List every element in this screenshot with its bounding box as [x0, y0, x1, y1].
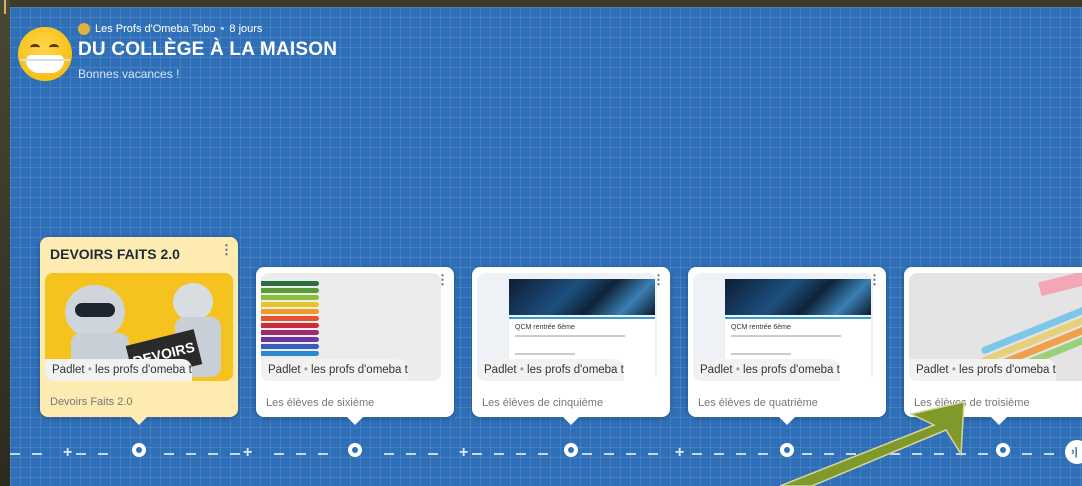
card-title: DEVOIRS FAITS 2.0	[50, 246, 180, 262]
board-title: DU COLLÈGE À LA MAISON	[78, 39, 338, 60]
author-name[interactable]: Les Profs d'Omeba Tobo	[95, 23, 216, 35]
timeline-dash	[384, 453, 394, 455]
timeline-dash	[1022, 453, 1032, 455]
timeline-dash	[1044, 453, 1054, 455]
card-source-tag: Padlet • les profs d'omeba tc	[909, 359, 1056, 381]
card-source-tag: Padlet • les profs d'omeba tc	[477, 359, 624, 381]
card-caption: Les élèves de troisième	[914, 397, 1030, 409]
timeline-dash	[912, 453, 922, 455]
timeline-dash	[516, 453, 526, 455]
timeline-node[interactable]	[564, 443, 578, 457]
card-source-tag: Padlet • les profs d'omeba tc	[45, 359, 192, 381]
author-avatar-icon	[78, 23, 90, 35]
frame-stick	[4, 0, 6, 14]
board-frame	[0, 0, 10, 486]
timeline-dash	[208, 453, 218, 455]
timeline-dash	[648, 453, 658, 455]
timeline-node[interactable]	[996, 443, 1010, 457]
timeline-dash	[230, 453, 240, 455]
timeline-dash	[472, 453, 482, 455]
timeline-dash	[582, 453, 592, 455]
card-caption: Devoirs Faits 2.0	[50, 396, 133, 408]
card-menu-icon[interactable]: ⋮	[220, 243, 233, 256]
timeline-dash	[318, 453, 328, 455]
padlet-board[interactable]: Les Profs d'Omeba Tobo • 8 jours DU COLL…	[10, 7, 1082, 486]
card-thumbnail[interactable]: QCM rentrée 6ème Padlet • les profs d'om…	[693, 273, 873, 381]
timeline-add-button[interactable]: +	[243, 445, 252, 461]
card-caption: Les élèves de sixième	[266, 397, 375, 409]
card-source-tag: Padlet • les profs d'omeba tc	[693, 359, 840, 381]
card-thumbnail[interactable]: DEVOIRS Padlet • les profs d'omeba tc	[45, 273, 233, 381]
timeline-dash	[736, 453, 746, 455]
timeline-dash	[890, 453, 900, 455]
author-line: Les Profs d'Omeba Tobo • 8 jours	[78, 23, 262, 35]
timeline-node[interactable]	[348, 443, 362, 457]
timeline-dash	[274, 453, 284, 455]
author-separator: •	[220, 23, 225, 35]
timeline-dash	[406, 453, 416, 455]
form-title: QCM rentrée 6ème	[731, 324, 791, 331]
timeline-dash	[626, 453, 636, 455]
timeline-dash	[846, 453, 856, 455]
scroll-next-button[interactable]: ›|	[1065, 440, 1082, 464]
card-caption: Les élèves de quatrième	[698, 397, 818, 409]
timeline-dash	[758, 453, 768, 455]
card-source-tag: Padlet • les profs d'omeba tc	[261, 359, 408, 381]
card-thumbnail[interactable]: Padlet • les profs d'omeba tc	[261, 273, 441, 381]
board-avatar-icon	[18, 27, 72, 81]
timeline-dash	[494, 453, 504, 455]
timeline-card-devoirs-faits[interactable]: DEVOIRS FAITS 2.0 ⋮ DEVOIRS Padlet • les…	[40, 237, 238, 425]
timeline-card-quatrieme[interactable]: ⋮ QCM rentrée 6ème Padlet • les profs d'…	[688, 267, 886, 425]
timeline-dash	[824, 453, 834, 455]
timeline-dash	[428, 453, 438, 455]
timeline-dash	[978, 453, 988, 455]
timeline-dash	[956, 453, 966, 455]
card-thumbnail[interactable]: Padlet • les profs d'omeba tc	[909, 273, 1082, 381]
timeline-dash	[802, 453, 812, 455]
post-age: 8 jours	[229, 23, 263, 35]
timeline-card-sixieme[interactable]: ⋮ Padlet • les profs d'omeba tc Les élèv…	[256, 267, 454, 425]
timeline-dash	[296, 453, 306, 455]
timeline-dash	[10, 453, 20, 455]
timeline-add-button[interactable]: +	[63, 445, 72, 461]
board-subtitle: Bonnes vacances !	[78, 67, 180, 81]
timeline-dash	[714, 453, 724, 455]
timeline-dash	[604, 453, 614, 455]
timeline-add-button[interactable]: +	[459, 445, 468, 461]
timeline-dash	[98, 453, 108, 455]
timeline-dash	[32, 453, 42, 455]
timeline-card-cinquieme[interactable]: ⋮ QCM rentrée 6ème Padlet • les profs d'…	[472, 267, 670, 425]
timeline-dash	[934, 453, 944, 455]
timeline-node[interactable]	[132, 443, 146, 457]
card-caption: Les élèves de cinquième	[482, 397, 604, 409]
timeline-card-troisieme[interactable]: Padlet • les profs d'omeba tc Les élèves…	[904, 267, 1082, 425]
timeline-dash	[164, 453, 174, 455]
timeline-dash	[186, 453, 196, 455]
timeline-dash	[76, 453, 86, 455]
timeline-dash	[868, 453, 878, 455]
timeline-node[interactable]	[780, 443, 794, 457]
form-title: QCM rentrée 6ème	[515, 324, 575, 331]
timeline-dash	[538, 453, 548, 455]
timeline-add-button[interactable]: +	[675, 445, 684, 461]
timeline-dash	[692, 453, 702, 455]
card-thumbnail[interactable]: QCM rentrée 6ème Padlet • les profs d'om…	[477, 273, 657, 381]
